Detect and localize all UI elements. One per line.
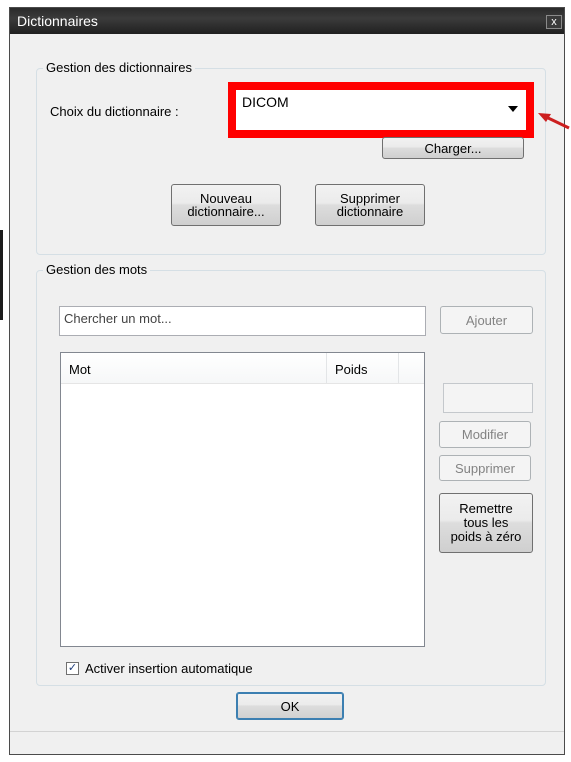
column-mot-label: Mot <box>69 362 91 377</box>
ok-button[interactable]: OK <box>236 692 344 720</box>
dictionaries-dialog: Dictionnaires x Gestion des dictionnaire… <box>9 7 565 755</box>
reset-weights-button[interactable]: Remettre tous les poids à zéro <box>439 493 533 553</box>
new-dictionary-label-2: dictionnaire... <box>187 204 265 219</box>
title-bar: Dictionnaires x <box>10 8 564 34</box>
window-title: Dictionnaires <box>17 13 98 29</box>
delete-word-label: Supprimer <box>455 460 515 476</box>
pointer-arrow-icon <box>538 113 570 130</box>
load-button[interactable]: Charger... <box>382 137 524 159</box>
words-list[interactable]: Mot Poids <box>60 352 425 647</box>
modify-button[interactable]: Modifier <box>439 421 531 448</box>
dictionary-select-value: DICOM <box>242 94 289 110</box>
add-word-label: Ajouter <box>465 312 508 328</box>
delete-word-button[interactable]: Supprimer <box>439 455 531 481</box>
search-word-input[interactable]: Chercher un mot... <box>59 306 426 336</box>
ok-label: OK <box>280 698 300 714</box>
status-bar <box>10 731 564 754</box>
words-group-label: Gestion des mots <box>43 262 151 277</box>
auto-insert-checkbox[interactable]: ✓ <box>66 662 79 675</box>
reset-weights-label-3: poids à zéro <box>450 529 522 544</box>
dictionary-choice-label: Choix du dictionnaire : <box>50 104 179 119</box>
weight-input[interactable] <box>443 383 533 413</box>
reset-weights-label-2: tous les <box>463 515 509 530</box>
auto-insert-label[interactable]: Activer insertion automatique <box>85 661 253 676</box>
add-word-button[interactable]: Ajouter <box>440 306 533 334</box>
dictionary-group-label: Gestion des dictionnaires <box>43 60 195 75</box>
chevron-down-icon[interactable] <box>508 106 518 112</box>
window-edge-marker <box>0 230 3 320</box>
column-mot[interactable]: Mot <box>61 353 327 383</box>
load-button-label: Charger... <box>424 140 482 156</box>
delete-dictionary-label-2: dictionnaire <box>336 204 404 219</box>
reset-weights-label-1: Remettre <box>459 501 513 516</box>
words-list-header: Mot Poids <box>61 353 424 384</box>
column-poids[interactable]: Poids <box>327 353 399 383</box>
delete-dictionary-button[interactable]: Supprimer dictionnaire <box>315 184 425 226</box>
column-poids-label: Poids <box>335 362 368 377</box>
modify-label: Modifier <box>461 427 509 442</box>
dictionary-select-highlight: DICOM <box>228 82 534 138</box>
search-word-placeholder: Chercher un mot... <box>64 311 172 326</box>
dictionary-select[interactable]: DICOM <box>236 90 526 130</box>
new-dictionary-button[interactable]: Nouveau dictionnaire... <box>171 184 281 226</box>
close-button[interactable]: x <box>546 15 562 29</box>
